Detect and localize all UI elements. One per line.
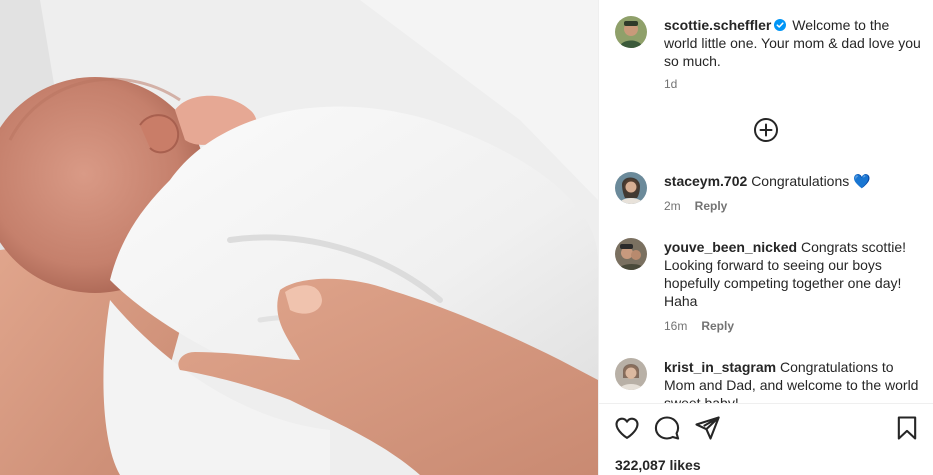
share-button[interactable] (693, 414, 721, 442)
comment-time[interactable]: 2m (664, 199, 681, 213)
reply-button[interactable]: Reply (701, 319, 734, 333)
comment-text: krist_in_stagram Congratulations to Mom … (664, 358, 924, 403)
paper-plane-icon (695, 416, 720, 440)
comment-username[interactable]: youve_been_nicked (664, 239, 797, 255)
comment-button[interactable] (653, 414, 681, 442)
comments-panel: scottie.scheffler Welcome to the world l… (598, 0, 933, 475)
avatar[interactable] (615, 172, 647, 204)
comment-meta: 2m Reply (664, 199, 727, 213)
caption-text: scottie.scheffler Welcome to the world l… (664, 16, 924, 70)
action-bar (599, 414, 933, 444)
plus-circle-icon (754, 118, 778, 142)
comment-body: Congratulations 💙 (751, 173, 871, 189)
reply-button[interactable]: Reply (695, 199, 728, 213)
comment-item: krist_in_stagram Congratulations to Mom … (615, 358, 925, 403)
save-button[interactable] (893, 414, 921, 442)
comment-username[interactable]: staceym.702 (664, 173, 747, 189)
heart-icon (615, 417, 639, 439)
avatar[interactable] (615, 16, 647, 48)
avatar[interactable] (615, 358, 647, 390)
post-author[interactable]: scottie.scheffler (664, 17, 771, 33)
comment-meta: 16m Reply (664, 319, 734, 333)
comment-item: staceym.702 Congratulations 💙 2m Reply (615, 172, 925, 217)
comment-text: youve_been_nicked Congrats scottie! Look… (664, 238, 924, 310)
avatar[interactable] (615, 238, 647, 270)
newborn-photo (0, 0, 598, 475)
caption-time[interactable]: 1d (664, 77, 677, 91)
load-more-button[interactable] (753, 117, 779, 143)
post-image[interactable] (0, 0, 598, 475)
comment-username[interactable]: krist_in_stagram (664, 359, 776, 375)
likes-count[interactable]: 322,087 likes (615, 457, 701, 473)
like-button[interactable] (613, 414, 641, 442)
caption-row: scottie.scheffler Welcome to the world l… (615, 16, 925, 96)
comment-text: staceym.702 Congratulations 💙 (664, 172, 924, 190)
bookmark-icon (897, 416, 917, 440)
comments-scroll[interactable]: scottie.scheffler Welcome to the world l… (599, 0, 933, 403)
comment-item: youve_been_nicked Congrats scottie! Look… (615, 238, 925, 338)
comment-time[interactable]: 16m (664, 319, 687, 333)
verified-badge-icon (774, 19, 787, 31)
comment-icon (654, 416, 680, 440)
divider (599, 403, 933, 404)
